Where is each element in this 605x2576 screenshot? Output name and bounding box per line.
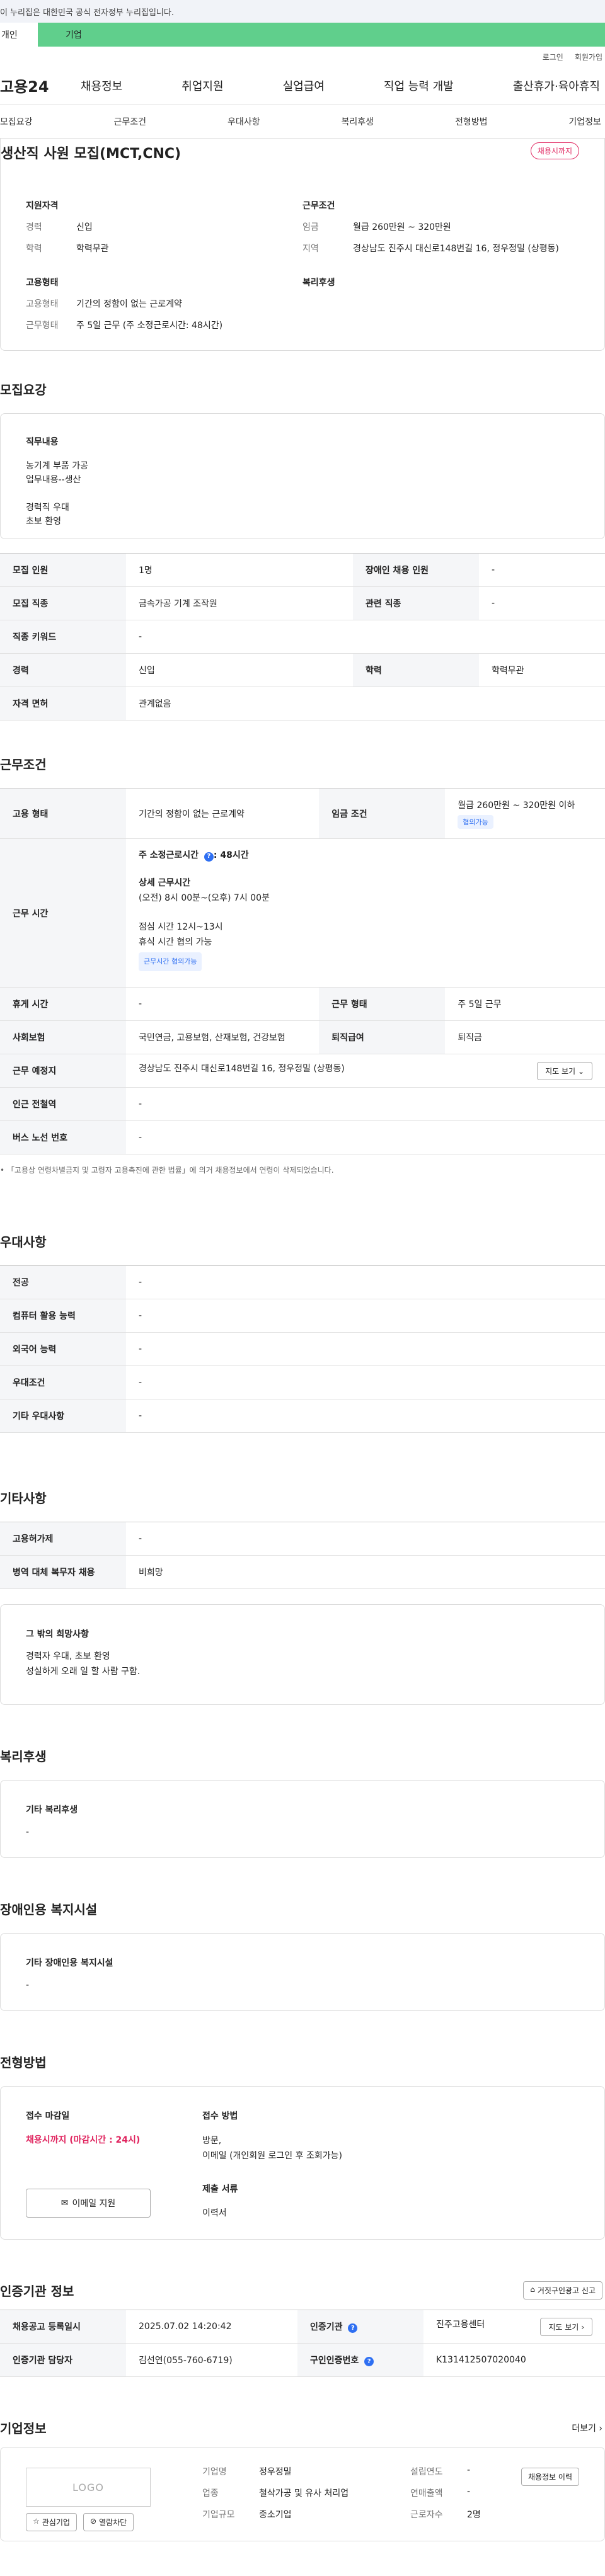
- preference-table: 전공 - 컴퓨터 활용 능력 - 외국어 능력 - 우대조건 - 기타 우대사항 -: [0, 1265, 605, 1433]
- table-row: 사회보험 국민연금, 고용보험, 산재보험, 건강보험 퇴직급여 퇴직금: [0, 1020, 605, 1054]
- subnav-recruit[interactable]: 모집요강: [0, 115, 33, 128]
- table-row: 기타 우대사항 -: [0, 1399, 605, 1433]
- utility-links: 로그인 회원가입: [0, 47, 605, 67]
- gnb-item-leave[interactable]: 출산휴가·육아휴직: [513, 77, 600, 94]
- help-icon[interactable]: ?: [348, 2323, 358, 2333]
- table-row: 자격 면허 관계없음: [0, 687, 605, 721]
- block-icon: ⊘: [89, 2517, 96, 2526]
- chevron-right-icon: ›: [581, 2322, 584, 2332]
- recruit-table: 모집 인원 1명 장애인 채용 인원 - 모집 직종 금속가공 기계 조작원 관련 직종 -…: [0, 553, 605, 721]
- agency-table: 채용공고 등록일시 2025.07.02 14:20:42 인증기관 ? 진주고용센터…: [0, 2310, 605, 2377]
- job-description-box: 직무내용 농기계 부품 가공 업무내용--생산 경력직 우대 초보 환영: [0, 413, 605, 539]
- section-title-company: 기업정보: [0, 2421, 47, 2436]
- table-row: 병역 대체 복무자 채용 비희망: [0, 1555, 605, 1589]
- etc-table: 고용허가제 - 병역 대체 복무자 채용 비희망: [0, 1522, 605, 1589]
- table-row: 버스 노선 번호 -: [0, 1120, 605, 1154]
- company-details: 기업명 정우정밀 설립연도 - 업종 철삭가공 및 유사 처리업 연매출액 - 기업규모…: [202, 2465, 481, 2520]
- table-row: 근무 예정지 경상남도 진주시 대신로148번길 16, 정우정밀 (상평동) 지도…: [0, 1054, 605, 1088]
- table-row: 근무 시간 주 소정근로시간 ?: 48시간 상세 근무시간 (오전) 8시 0…: [0, 838, 605, 988]
- conditions-table: 고용 형태 기간의 정함이 없는 근로계약 임금 조건 월급 260만원 ~ 32…: [0, 788, 605, 1154]
- gnb-menu: 채용정보 취업지원 실업급여 직업 능력 개발 출산휴가·육아휴직: [81, 77, 605, 94]
- tab-individual[interactable]: 개인: [0, 23, 38, 47]
- table-row: 휴게 시간 - 근무 형태 주 5일 근무: [0, 987, 605, 1021]
- table-row: 모집 직종 금속가공 기계 조작원 관련 직종 -: [0, 586, 605, 620]
- table-row: 고용허가제 -: [0, 1522, 605, 1556]
- table-row: 외국어 능력 -: [0, 1332, 605, 1366]
- home-icon: ⌂: [530, 2285, 535, 2294]
- report-fake-ad-button[interactable]: ⌂ 거짓구인광고 신고: [523, 2281, 602, 2300]
- wage-negotiable-tag: 협의가능: [458, 814, 493, 829]
- table-row: 채용공고 등록일시 2025.07.02 14:20:42 인증기관 ? 진주고용센터…: [0, 2310, 605, 2344]
- map-view-button[interactable]: 지도 보기 ⌄: [537, 1061, 592, 1080]
- job-summary-card: 생산직 사원 모집(MCT,CNC) 채용시까지 지원자격 경력 신입 학력 학력무…: [0, 139, 605, 351]
- table-row: 인증기관 담당자 김선연(055-760-6719) 구인인증번호 ? K131412…: [0, 2343, 605, 2377]
- global-nav: 고용24 채용정보 취업지원 실업급여 직업 능력 개발 출산휴가·육아휴직: [0, 67, 605, 105]
- gov-banner: 이 누리집은 대한민국 공식 전자정부 누리집입니다.: [0, 0, 605, 23]
- mail-icon: ✉: [60, 2198, 69, 2208]
- subnav-company[interactable]: 기업정보: [568, 115, 601, 128]
- site-logo[interactable]: 고용24: [0, 74, 81, 96]
- section-title-etc: 기타사항: [0, 1491, 47, 1506]
- table-row: 컴퓨터 활용 능력 -: [0, 1299, 605, 1333]
- section-title-disability: 장애인용 복지시설: [0, 1902, 98, 1917]
- help-icon[interactable]: ?: [364, 2357, 374, 2366]
- table-row: 전공 -: [0, 1265, 605, 1299]
- table-row: 우대조건 -: [0, 1365, 605, 1399]
- email-apply-button[interactable]: ✉ 이메일 지원: [26, 2189, 151, 2218]
- tab-company[interactable]: 기업: [38, 23, 605, 47]
- section-nav: 모집요강 근무조건 우대사항 복리후생 전형방법 기업정보: [0, 105, 605, 139]
- disability-box: 기타 장애인용 복지시설 -: [0, 1933, 605, 2011]
- subnav-welfare[interactable]: 복리후생: [341, 115, 374, 128]
- table-row: 인근 전철역 -: [0, 1087, 605, 1121]
- service-tabs: 개인 기업: [0, 23, 605, 47]
- table-row: 직종 키워드 -: [0, 620, 605, 654]
- section-title-preference: 우대사항: [0, 1234, 47, 1250]
- block-view-button[interactable]: ⊘ 열람차단: [83, 2513, 134, 2531]
- company-logo-placeholder: LOGO: [26, 2468, 151, 2507]
- table-row: 고용 형태 기간의 정함이 없는 근로계약 임금 조건 월급 260만원 ~ 32…: [0, 788, 605, 839]
- age-notice: • 「고용상 연령차별금지 및 고령자 고용촉진에 관한 법률」에 의거 채용정…: [0, 1166, 334, 1175]
- table-row: 모집 인원 1명 장애인 채용 인원 -: [0, 553, 605, 587]
- summary-qualification: 지원자격 경력 신입 학력 학력무관 고용형태 고용형태 기간의 정함이 없는 근로계…: [26, 201, 223, 331]
- welfare-box: 기타 복리후생 -: [0, 1780, 605, 1858]
- favorite-company-button[interactable]: ☆ 관심기업: [26, 2513, 77, 2531]
- deadline-badge: 채용시까지: [530, 142, 579, 159]
- star-icon: ☆: [33, 2517, 40, 2526]
- hours-negotiable-tag: 근무시간 협의가능: [139, 952, 202, 971]
- chevron-down-icon: ⌄: [577, 1066, 584, 1076]
- help-icon[interactable]: ?: [204, 852, 214, 862]
- company-more-link[interactable]: 더보기 ›: [572, 2422, 602, 2434]
- other-wishes-box: 그 밖의 희망사항 경력자 우대, 초보 환영 성실하게 오래 일 할 사람 구…: [0, 1604, 605, 1705]
- subnav-selection[interactable]: 전형방법: [455, 115, 488, 128]
- gnb-item-employment-support[interactable]: 취업지원: [182, 77, 223, 94]
- section-title-agency: 인증기관 정보: [0, 2284, 74, 2299]
- subnav-preference[interactable]: 우대사항: [228, 115, 260, 128]
- table-row: 경력 신입 학력 학력무관: [0, 653, 605, 687]
- login-link[interactable]: 로그인: [543, 52, 563, 62]
- section-title-recruit: 모집요강: [0, 382, 47, 397]
- agency-map-button[interactable]: 지도 보기 ›: [540, 2317, 592, 2336]
- gnb-item-unemployment[interactable]: 실업급여: [283, 77, 325, 94]
- section-title-selection: 전형방법: [0, 2055, 47, 2070]
- signup-link[interactable]: 회원가입: [575, 52, 602, 62]
- section-title-welfare: 복리후생: [0, 1749, 47, 1764]
- company-info-box: LOGO ☆ 관심기업 ⊘ 열람차단 기업명 정우정밀 설립연도 - 업종 철삭가공 및 …: [0, 2447, 605, 2541]
- job-title: 생산직 사원 모집(MCT,CNC): [1, 146, 182, 162]
- hiring-history-button[interactable]: 채용정보 이력: [521, 2468, 579, 2486]
- section-title-conditions: 근무조건: [0, 757, 47, 772]
- summary-conditions: 근무조건 임금 월급 260만원 ~ 320만원 지역 경상남도 진주시 대신로14…: [302, 201, 559, 288]
- gnb-item-jobs[interactable]: 채용정보: [81, 77, 122, 94]
- gnb-item-training[interactable]: 직업 능력 개발: [384, 77, 454, 94]
- subnav-conditions[interactable]: 근무조건: [113, 115, 146, 128]
- selection-box: 접수 마감일 채용시까지 (마감시간 : 24시) 접수 방법 방문, 이메일 …: [0, 2086, 605, 2240]
- deadline-text: 채용시까지 (마감시간 : 24시): [26, 2135, 141, 2145]
